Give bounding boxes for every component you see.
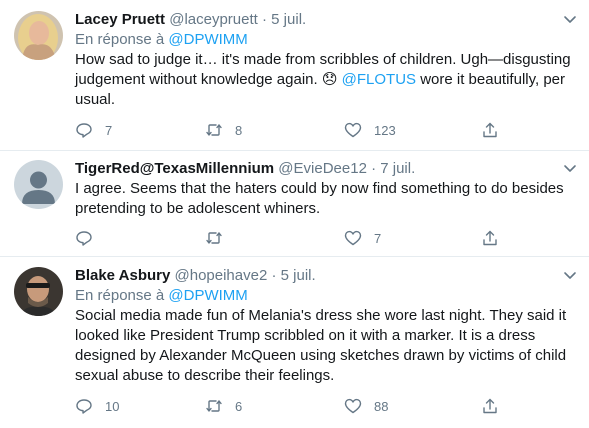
username[interactable]: @laceypruett: [169, 11, 258, 28]
share-icon: [483, 230, 497, 246]
tweet-header: Blake Asbury @hopeihave2 · 5 juil.: [75, 266, 579, 286]
tweet-text: How sad to judge it… it's made from scri…: [75, 50, 579, 110]
reply-prefix: En réponse à: [75, 287, 165, 304]
tweet-text: Social media made fun of Melania's dress…: [75, 307, 567, 384]
reply-button[interactable]: 10: [75, 396, 119, 416]
heart-icon: [344, 122, 362, 138]
timestamp[interactable]: 5 juil.: [281, 267, 316, 284]
separator-dot: ·: [271, 267, 277, 284]
reply-context: En réponse à @DPWIMM: [75, 30, 579, 50]
like-count: 123: [374, 122, 396, 138]
retweet-button[interactable]: [205, 228, 235, 248]
share-button[interactable]: [481, 396, 499, 416]
tweet[interactable]: Lacey Pruett @laceypruett · 5 juil. En r…: [0, 0, 589, 151]
like-button[interactable]: 7: [344, 228, 381, 248]
share-button[interactable]: [481, 228, 499, 248]
tweet[interactable]: TigerRed@TexasMillennium @EvieDee12 · 7 …: [0, 151, 589, 257]
timestamp[interactable]: 7 juil.: [380, 160, 415, 177]
chevron-down-icon[interactable]: [561, 159, 579, 177]
separator-dot: ·: [371, 160, 377, 177]
reply-to-link[interactable]: @DPWIMM: [168, 287, 247, 304]
heart-icon: [344, 230, 362, 246]
display-name[interactable]: Lacey Pruett: [75, 11, 165, 28]
tweet-header: TigerRed@TexasMillennium @EvieDee12 · 7 …: [75, 159, 579, 179]
display-name[interactable]: Blake Asbury: [75, 267, 170, 284]
like-count: 7: [374, 230, 382, 246]
reply-count: 10: [105, 398, 120, 414]
username[interactable]: @hopeihave2: [175, 267, 268, 284]
reply-icon: [76, 123, 92, 138]
share-button[interactable]: [481, 120, 499, 140]
retweet-button[interactable]: 8: [205, 120, 242, 140]
reply-icon: [76, 231, 92, 246]
like-count: 88: [374, 398, 389, 414]
avatar[interactable]: [14, 160, 63, 209]
tweet-text: I agree. Seems that the haters could by …: [75, 180, 564, 217]
retweet-icon: [206, 232, 222, 244]
reply-prefix: En réponse à: [75, 31, 165, 48]
mention-link[interactable]: @FLOTUS: [342, 71, 416, 88]
timestamp[interactable]: 5 juil.: [271, 11, 306, 28]
retweet-icon: [206, 124, 222, 136]
retweet-count: 8: [235, 122, 243, 138]
chevron-down-icon[interactable]: [561, 10, 579, 28]
tweet-header: Lacey Pruett @laceypruett · 5 juil.: [75, 10, 579, 30]
avatar[interactable]: [14, 267, 63, 316]
separator-dot: ·: [262, 11, 267, 28]
avatar[interactable]: [14, 11, 63, 60]
like-button[interactable]: 123: [344, 120, 396, 140]
reply-button[interactable]: 7: [75, 120, 112, 140]
display-name[interactable]: TigerRed@TexasMillennium: [75, 160, 274, 177]
heart-icon: [344, 398, 362, 414]
retweet-count: 6: [235, 398, 243, 414]
reply-button[interactable]: [75, 228, 105, 248]
tweet[interactable]: Blake Asbury @hopeihave2 · 5 juil. En ré…: [0, 257, 589, 428]
reply-icon: [76, 399, 92, 414]
reply-context: En réponse à @DPWIMM: [75, 286, 579, 306]
like-button[interactable]: 88: [344, 396, 388, 416]
share-icon: [483, 398, 497, 414]
retweet-button[interactable]: 6: [205, 396, 242, 416]
retweet-icon: [206, 400, 222, 412]
reply-count: 7: [105, 122, 113, 138]
username[interactable]: @EvieDee12: [278, 160, 367, 177]
chevron-down-icon[interactable]: [561, 266, 579, 284]
reply-to-link[interactable]: @DPWIMM: [168, 31, 247, 48]
share-icon: [483, 122, 497, 138]
